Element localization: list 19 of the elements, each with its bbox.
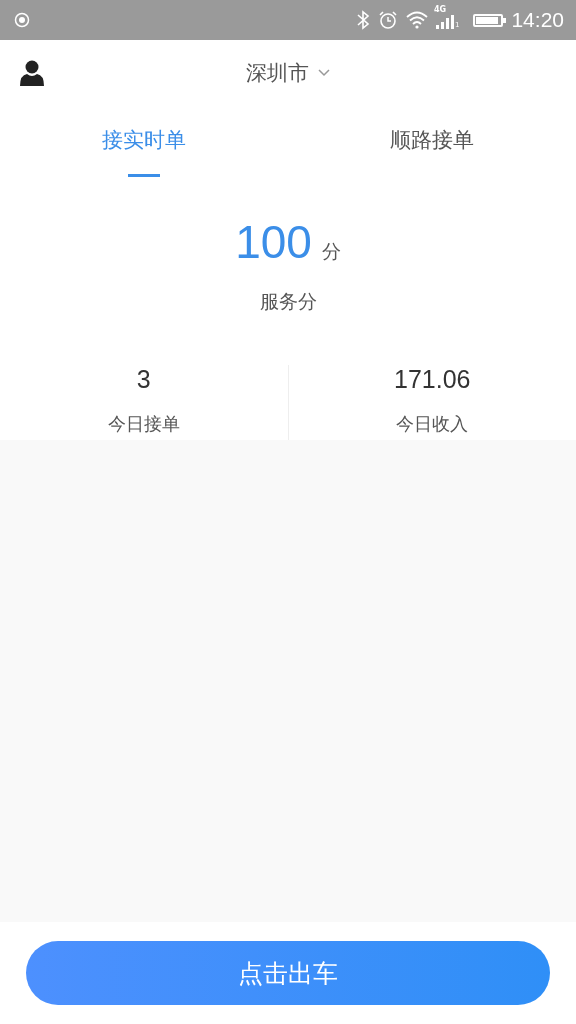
score-label: 服务分	[259, 289, 317, 314]
user-icon[interactable]	[20, 60, 44, 86]
bluetooth-icon	[355, 10, 370, 30]
record-icon	[14, 12, 30, 28]
signal-icon	[435, 15, 454, 29]
alarm-clock-icon	[377, 10, 398, 30]
score-value: 100	[235, 215, 312, 269]
network-label: 4G	[433, 5, 447, 14]
clock-time: 14:20	[511, 8, 564, 32]
wifi-icon	[405, 11, 428, 29]
city-selector[interactable]: 深圳市	[245, 58, 331, 87]
tab[interactable]: 顺路接单	[288, 105, 576, 185]
chevron-down-icon	[316, 67, 331, 78]
stat-label: 今日收入	[396, 412, 469, 436]
stat-value: 3	[136, 365, 151, 394]
stat-label: 今日接单	[107, 412, 180, 436]
stat-value: 171.06	[394, 365, 471, 394]
battery-icon	[473, 13, 504, 27]
score-unit: 分	[321, 239, 341, 264]
